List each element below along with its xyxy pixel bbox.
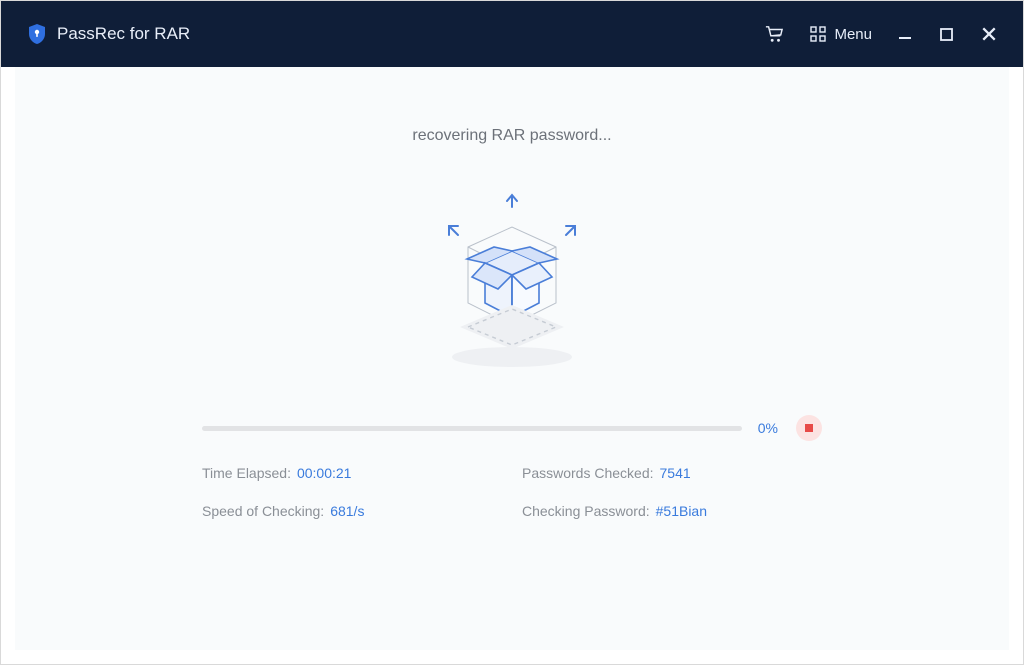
status-heading: recovering RAR password... [15,67,1009,145]
stats-grid: Time Elapsed: 00:00:21 Passwords Checked… [202,465,822,519]
content-panel: recovering RAR password... [15,67,1009,650]
minimize-icon [898,27,912,41]
maximize-button[interactable] [940,28,953,41]
time-elapsed-label: Time Elapsed: [202,465,291,481]
maximize-icon [940,28,953,41]
close-button[interactable] [981,26,997,42]
passwords-checked-value: 7541 [660,465,691,481]
stop-icon [805,424,813,432]
progress-percent: 0% [758,420,778,436]
stat-speed: Speed of Checking: 681/s [202,503,502,519]
titlebar: PassRec for RAR Menu [1,1,1023,67]
progress-section: 0% [202,415,822,441]
close-icon [981,26,997,42]
main-area: recovering RAR password... [1,67,1023,664]
illustration [15,145,1009,385]
speed-value: 681/s [330,503,364,519]
passwords-checked-label: Passwords Checked: [522,465,654,481]
stat-checking-password: Checking Password: #51Bian [522,503,822,519]
window-controls [898,26,997,42]
checking-password-label: Checking Password: [522,503,650,519]
titlebar-right: Menu [764,25,997,43]
menu-button[interactable]: Menu [810,26,872,43]
progress-bar [202,426,742,431]
checking-password-value: #51Bian [656,503,707,519]
time-elapsed-value: 00:00:21 [297,465,352,481]
stat-passwords-checked: Passwords Checked: 7541 [522,465,822,481]
cart-icon[interactable] [764,25,784,43]
speed-label: Speed of Checking: [202,503,324,519]
open-box-icon [412,185,612,385]
minimize-button[interactable] [898,27,912,41]
app-title: PassRec for RAR [57,24,190,44]
menu-grid-icon [810,26,826,42]
titlebar-left: PassRec for RAR [27,23,190,45]
stop-button[interactable] [796,415,822,441]
stat-time-elapsed: Time Elapsed: 00:00:21 [202,465,502,481]
menu-label: Menu [834,26,872,43]
app-logo-shield-icon [27,23,47,45]
